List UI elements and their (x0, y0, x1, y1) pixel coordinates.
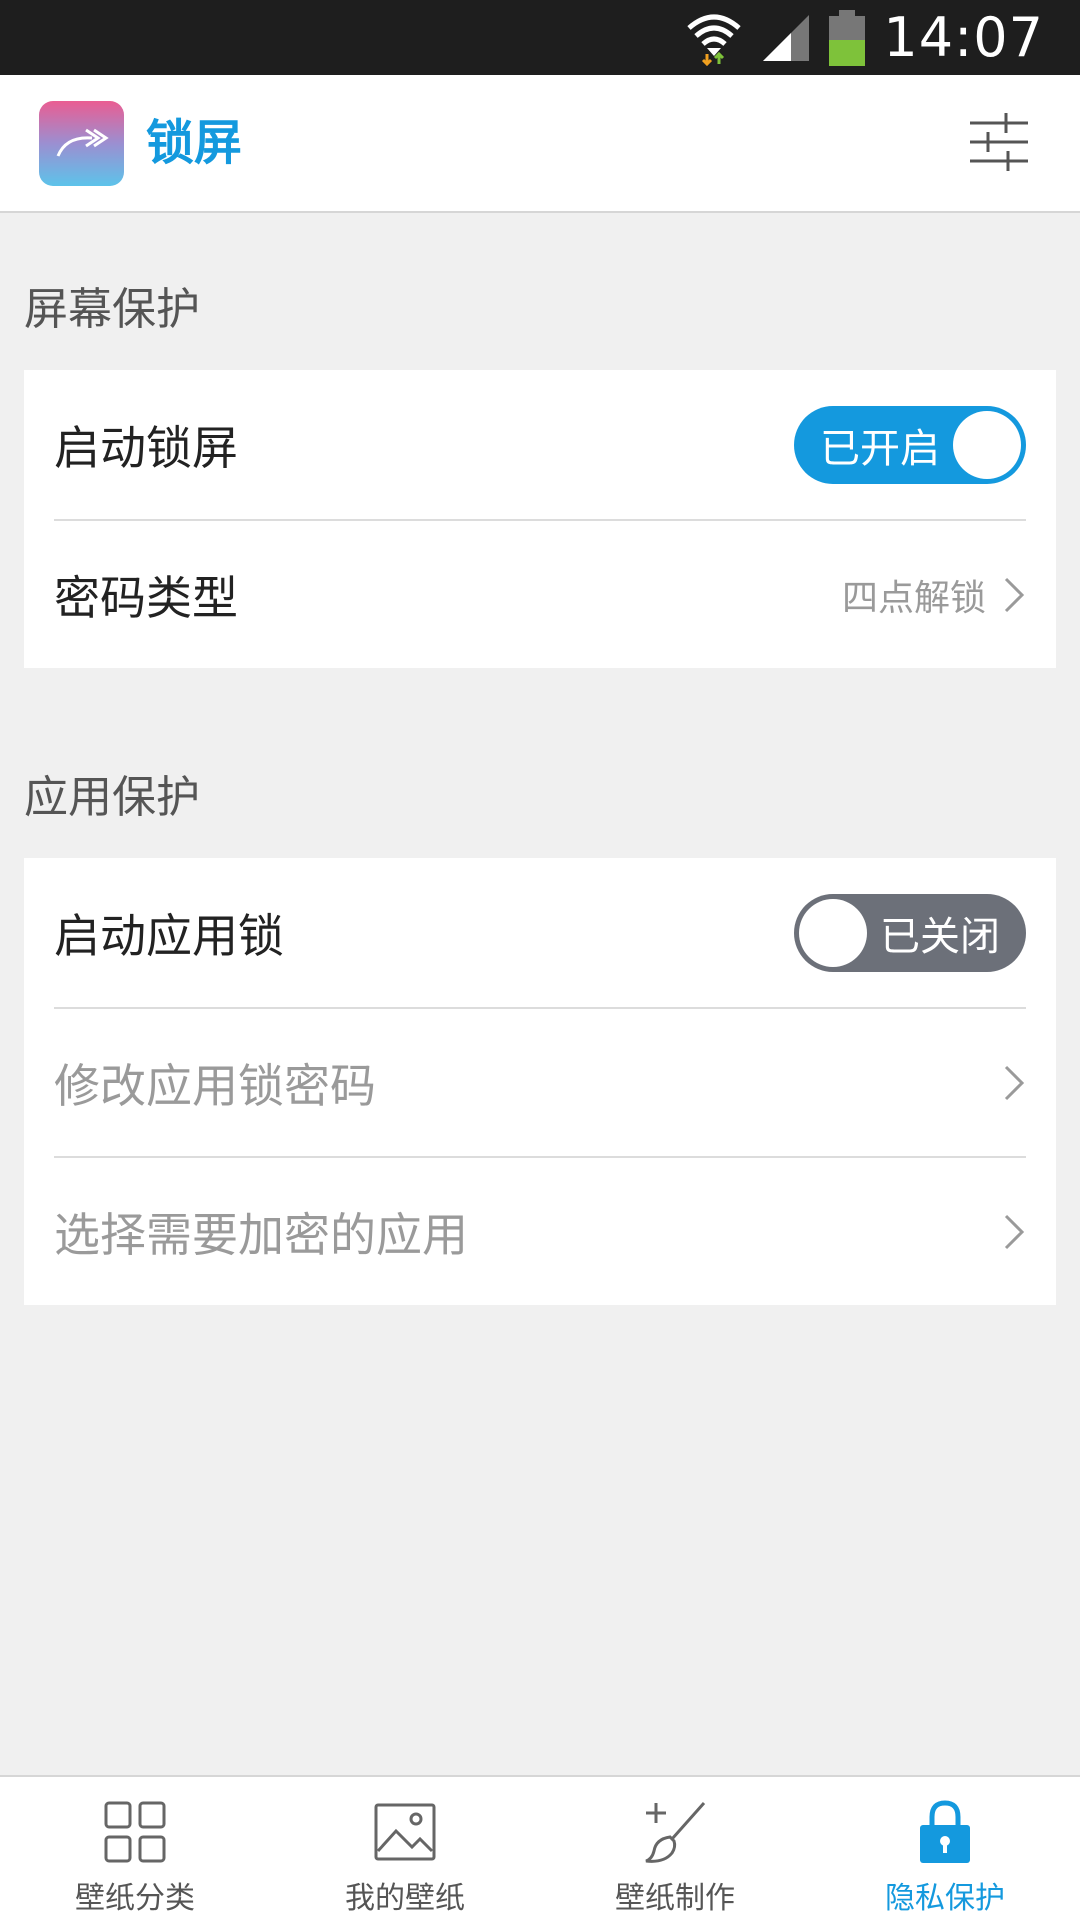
nav-label: 隐私保护 (885, 1881, 1005, 1916)
bottom-nav: 壁纸分类 我的壁纸 壁纸制作 隐私保护 (0, 1775, 1080, 1920)
password-type-row[interactable]: 密码类型 四点解锁 (54, 519, 1026, 668)
nav-label: 我的壁纸 (345, 1881, 465, 1916)
status-bar: 14:07 (0, 0, 1080, 75)
screen-protection-card: 启动锁屏 已开启 密码类型 四点解锁 (24, 370, 1056, 668)
app-header: 锁屏 (0, 75, 1080, 213)
status-time: 14:07 (883, 6, 1044, 69)
select-encrypted-apps-row[interactable]: 选择需要加密的应用 (54, 1156, 1026, 1305)
status-icons: 14:07 (685, 0, 1044, 75)
lock-screen-label: 启动锁屏 (54, 420, 238, 475)
nav-item-wallpaper-categories[interactable]: 壁纸分类 (0, 1777, 270, 1920)
app-lock-toggle-text: 已关闭 (880, 913, 1000, 960)
nav-label: 壁纸制作 (615, 1881, 735, 1916)
sliders-icon (970, 113, 1028, 171)
app-logo (39, 101, 124, 186)
password-type-label: 密码类型 (54, 570, 238, 625)
section-title-screen-protection: 屏幕保护 (24, 284, 200, 335)
password-type-value: 四点解锁 (841, 577, 986, 619)
nav-item-wallpaper-creation[interactable]: 壁纸制作 (540, 1777, 810, 1920)
chevron-right-icon (1004, 1214, 1025, 1249)
lock-screen-toggle-text: 已开启 (820, 425, 940, 472)
wifi-icon (687, 14, 742, 66)
app-lock-label: 启动应用锁 (54, 908, 284, 963)
app-protection-card: 启动应用锁 已关闭 修改应用锁密码 选择需要加密的应用 (24, 858, 1056, 1305)
chevron-right-icon (1004, 577, 1025, 612)
brush-icon (645, 1802, 706, 1863)
toggle-knob (953, 410, 1021, 479)
lock-screen-toggle[interactable]: 已开启 (794, 405, 1026, 484)
password-type-right: 四点解锁 (842, 569, 1026, 621)
section-title-app-protection: 应用保护 (24, 772, 200, 823)
nav-label: 壁纸分类 (75, 1881, 195, 1916)
nav-item-privacy-protection[interactable]: 隐私保护 (810, 1777, 1080, 1920)
nav-item-my-wallpapers[interactable]: 我的壁纸 (270, 1777, 540, 1920)
chevron-right-icon (1004, 1065, 1025, 1100)
change-app-lock-password-row[interactable]: 修改应用锁密码 (54, 1007, 1026, 1156)
change-app-lock-password-label: 修改应用锁密码 (54, 1058, 376, 1113)
signal-icon (763, 14, 810, 61)
app-lock-toggle[interactable]: 已关闭 (794, 893, 1026, 972)
lock-icon (920, 1800, 970, 1863)
settings-button[interactable] (968, 111, 1030, 173)
battery-icon (829, 9, 866, 66)
grid-icon (104, 1801, 166, 1863)
toggle-knob (799, 898, 867, 967)
lock-screen-row: 启动锁屏 已开启 (54, 370, 1026, 519)
image-icon (374, 1803, 436, 1861)
select-encrypted-apps-label: 选择需要加密的应用 (54, 1207, 468, 1262)
share-arrow-icon (56, 128, 109, 157)
app-title: 锁屏 (146, 115, 243, 171)
app-lock-row: 启动应用锁 已关闭 (54, 858, 1026, 1007)
